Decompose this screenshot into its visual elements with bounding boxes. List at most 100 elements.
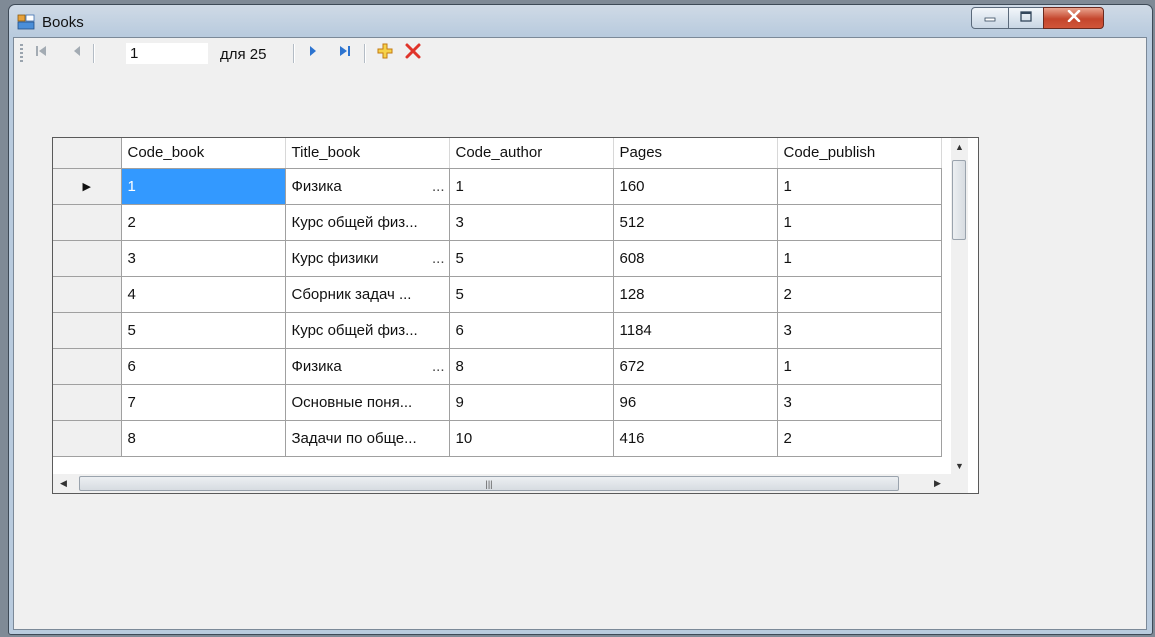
books-data-grid[interactable]: Code_book Title_book Code_author Pages C… <box>52 137 979 494</box>
move-last-icon <box>338 44 352 63</box>
cell-title-book[interactable]: Задачи по обще... <box>285 420 450 457</box>
row-header-cell[interactable] <box>53 312 122 349</box>
cell-code-author[interactable]: 9 <box>449 384 614 421</box>
table-row[interactable]: 6 Физика... 8 672 1 <box>53 348 942 385</box>
table-row[interactable]: 2 Курс общей физ... 3 512 1 <box>53 204 942 241</box>
move-last-button[interactable] <box>334 43 356 63</box>
cell-code-book[interactable]: 5 <box>121 312 286 349</box>
cell-code-book[interactable]: 8 <box>121 420 286 457</box>
column-header-code-author[interactable]: Code_author <box>449 138 614 169</box>
cell-pages[interactable]: 160 <box>613 168 778 205</box>
cell-code-book-text: 1 <box>127 177 136 195</box>
horizontal-scroll-thumb[interactable]: ||| <box>79 476 899 491</box>
cell-code-publish[interactable]: 3 <box>777 384 942 421</box>
cell-code-publish[interactable]: 3 <box>777 312 942 349</box>
cell-pages[interactable]: 128 <box>613 276 778 313</box>
cell-code-publish[interactable]: 1 <box>777 240 942 277</box>
cell-code-book[interactable]: 2 <box>121 204 286 241</box>
cell-title-book[interactable]: Курс общей физ... <box>285 204 450 241</box>
move-previous-button[interactable] <box>66 43 88 63</box>
cell-title-book[interactable]: Сборник задач ... <box>285 276 450 313</box>
delete-icon <box>404 42 422 65</box>
cell-pages[interactable]: 416 <box>613 420 778 457</box>
move-first-button[interactable] <box>30 43 52 63</box>
cell-title-book-text: Физика <box>291 177 342 195</box>
cell-code-publish-text: 3 <box>783 393 792 411</box>
scroll-down-icon[interactable]: ▼ <box>951 457 968 474</box>
cell-code-author-text: 1 <box>455 177 464 195</box>
move-previous-icon <box>70 44 84 63</box>
row-header-cell[interactable] <box>53 348 122 385</box>
row-header-cell[interactable] <box>53 204 122 241</box>
cell-code-book[interactable]: 7 <box>121 384 286 421</box>
maximize-icon <box>1020 9 1032 27</box>
cell-pages-text: 608 <box>619 249 645 267</box>
cell-pages[interactable]: 672 <box>613 348 778 385</box>
position-input[interactable] <box>126 43 208 64</box>
scroll-left-icon[interactable]: ◀ <box>55 474 72 493</box>
cell-code-author[interactable]: 1 <box>449 168 614 205</box>
add-new-button[interactable] <box>374 43 396 63</box>
column-header-pages[interactable]: Pages <box>613 138 778 169</box>
horizontal-scrollbar[interactable]: ◀ ||| ▶ <box>53 474 968 493</box>
cell-code-author[interactable]: 6 <box>449 312 614 349</box>
cell-title-book[interactable]: Основные поня... <box>285 384 450 421</box>
top-left-header-cell[interactable] <box>53 138 122 169</box>
cell-title-book[interactable]: Курс физики... <box>285 240 450 277</box>
cell-code-publish[interactable]: 1 <box>777 168 942 205</box>
column-header-code-book[interactable]: Code_book <box>121 138 286 169</box>
row-header-cell[interactable] <box>53 240 122 277</box>
move-next-button[interactable] <box>302 43 324 63</box>
toolbar-grip[interactable] <box>20 44 23 62</box>
table-row[interactable]: 8 Задачи по обще... 10 416 2 <box>53 420 942 457</box>
cell-code-author[interactable]: 5 <box>449 276 614 313</box>
cell-code-author[interactable]: 10 <box>449 420 614 457</box>
cell-pages[interactable]: 512 <box>613 204 778 241</box>
cell-code-author[interactable]: 8 <box>449 348 614 385</box>
minimize-button[interactable] <box>971 7 1009 29</box>
cell-pages-text: 1184 <box>619 321 652 339</box>
row-header-cell[interactable] <box>53 384 122 421</box>
cell-title-book[interactable]: Курс общей физ... <box>285 312 450 349</box>
minimize-icon <box>984 9 996 27</box>
toolbar-separator <box>93 44 95 63</box>
maximize-button[interactable] <box>1008 7 1044 29</box>
table-row[interactable]: 5 Курс общей физ... 6 1184 3 <box>53 312 942 349</box>
form-icon <box>17 13 35 31</box>
scroll-up-icon[interactable]: ▲ <box>951 138 968 155</box>
cell-title-book[interactable]: Физика... <box>285 168 450 205</box>
row-header-cell[interactable]: ▶ <box>53 168 122 205</box>
row-header-cell[interactable] <box>53 276 122 313</box>
cell-code-publish[interactable]: 2 <box>777 420 942 457</box>
cell-pages[interactable]: 1184 <box>613 312 778 349</box>
cell-code-author-text: 5 <box>455 285 464 303</box>
cell-title-book[interactable]: Физика... <box>285 348 450 385</box>
column-header-code-publish[interactable]: Code_publish <box>777 138 942 169</box>
close-button[interactable] <box>1043 7 1104 29</box>
cell-code-publish[interactable]: 2 <box>777 276 942 313</box>
cell-code-author[interactable]: 3 <box>449 204 614 241</box>
cell-pages[interactable]: 608 <box>613 240 778 277</box>
scroll-right-icon[interactable]: ▶ <box>929 474 946 493</box>
title-bar[interactable]: Books <box>9 5 1152 37</box>
table-row[interactable]: ▶ 1 Физика... 1 160 1 <box>53 168 942 205</box>
table-row[interactable]: 7 Основные поня... 9 96 3 <box>53 384 942 421</box>
column-header-title-book[interactable]: Title_book <box>285 138 450 169</box>
cell-code-book[interactable]: 4 <box>121 276 286 313</box>
row-header-cell[interactable] <box>53 420 122 457</box>
cell-code-book-text: 4 <box>127 285 136 303</box>
binding-navigator: для 25 <box>14 38 1146 68</box>
cell-code-publish[interactable]: 1 <box>777 348 942 385</box>
cell-code-author[interactable]: 5 <box>449 240 614 277</box>
cell-code-publish[interactable]: 1 <box>777 204 942 241</box>
cell-code-publish-text: 1 <box>783 213 792 231</box>
delete-button[interactable] <box>402 43 424 63</box>
vertical-scrollbar[interactable]: ▲ ▼ <box>951 138 968 474</box>
cell-pages[interactable]: 96 <box>613 384 778 421</box>
table-row[interactable]: 3 Курс физики... 5 608 1 <box>53 240 942 277</box>
vertical-scroll-thumb[interactable] <box>952 160 966 240</box>
cell-code-book[interactable]: 1 <box>121 168 286 205</box>
cell-code-book[interactable]: 6 <box>121 348 286 385</box>
table-row[interactable]: 4 Сборник задач ... 5 128 2 <box>53 276 942 313</box>
cell-code-book[interactable]: 3 <box>121 240 286 277</box>
